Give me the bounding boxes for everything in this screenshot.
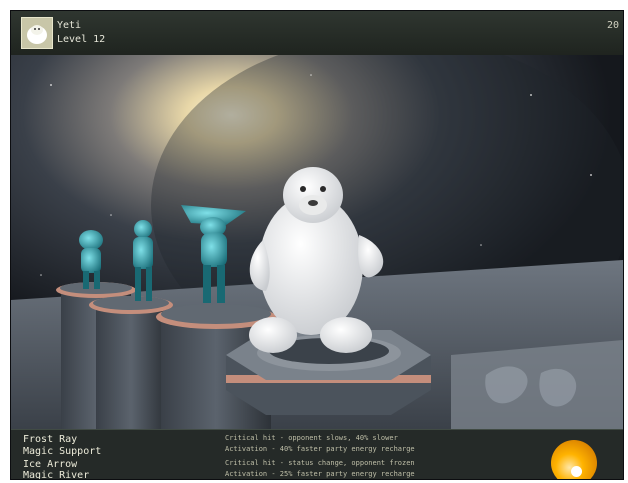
character-header: Yeti Level 12 20 [11,11,623,56]
skill-2-type: Magic River [23,470,90,480]
corner-number: 20 [606,20,619,31]
skill-1-name[interactable]: Frost Ray [23,434,77,445]
character-select-scene [11,35,623,440]
yeti-portrait-icon[interactable] [21,17,53,49]
character-name: Yeti [57,20,82,31]
skill-2-name[interactable]: Ice Arrow [23,459,77,470]
character-level: Level 12 [57,34,106,45]
orb-highlight [571,466,582,477]
skills-panel: Frost Ray Magic Support Critical hit - o… [11,429,623,480]
skill-1-effect-activation: Activation - 40% faster party energy rec… [225,445,415,453]
skill-2-effect-critical: Critical hit - status change, opponent f… [225,459,415,467]
game-screen: Yeti Level 12 20 Frost Ray Magic Support… [10,10,624,480]
skill-1-effect-critical: Critical hit - opponent slows, 40% slowe… [225,434,398,442]
skill-2-effect-activation: Activation - 25% faster party energy rec… [225,470,415,478]
skill-1-type: Magic Support [23,446,102,457]
